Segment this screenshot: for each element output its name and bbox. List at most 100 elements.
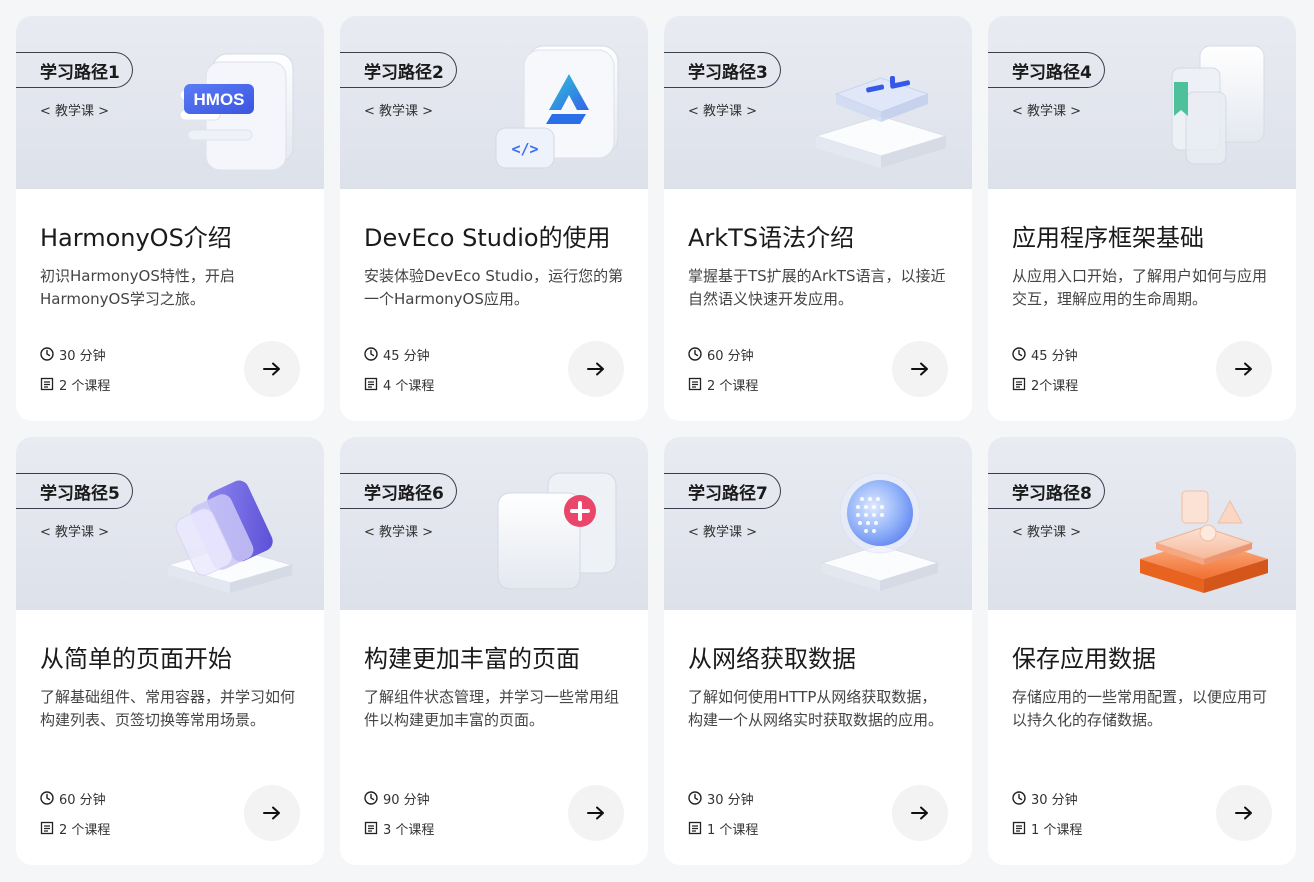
svg-text:HMOS: HMOS [194,90,245,109]
learning-path-card-1[interactable]: 学习路径1 < 教学课 > HMOS HarmonyOS介绍 初识Harmony… [16,16,324,421]
card-title: HarmonyOS介绍 [40,224,232,252]
card-description: 了解组件状态管理，并学习一些常用组件以构建更加丰富的页面。 [364,688,620,729]
card-description: 了解基础组件、常用容器，并学习如何构建列表、页签切换等常用场景。 [40,688,296,729]
card-meta: 45 分钟 2个课程 [1012,335,1078,395]
open-path-button[interactable] [568,341,624,397]
learning-path-card-3[interactable]: 学习路径3 < 教学课 > ArkTS语法介绍 掌握基于TS扩展的ArkTS语言… [664,16,972,421]
card-banner: 学习路径3 < 教学课 > [664,16,972,189]
path-label: 学习路径3 [664,52,781,88]
card-title: DevEco Studio的使用 [364,224,611,252]
path-label: 学习路径1 [16,52,133,88]
course-type-tag: < 教学课 > [364,525,434,540]
open-path-button[interactable] [892,785,948,841]
open-path-button[interactable] [1216,341,1272,397]
card-banner: 学习路径8 < 教学课 > [988,437,1296,610]
duration-text: 90 分钟 [383,792,430,808]
arrow-right-icon [587,362,604,376]
course-list-icon [688,377,702,391]
card-meta: 60 分钟 2 个课程 [40,779,110,839]
courses-row: 4 个课程 [364,373,434,395]
learning-path-card-6[interactable]: 学习路径6 < 教学课 > 构建更加丰富的页面 了解组件状态管理，并学习一些常用… [340,437,648,865]
courses-row: 2 个课程 [40,817,110,839]
add-component-icon [497,472,617,590]
clock-icon [1012,347,1026,361]
duration-row: 30 分钟 [40,343,110,365]
arrow-right-icon [587,806,604,820]
learning-path-card-7[interactable]: 学习路径7 < 教学课 > 从网络获取数据 了解如何使用HTTP从网络获取数据， [664,437,972,865]
courses-text: 2 个课程 [59,378,111,394]
duration-text: 30 分钟 [59,348,106,364]
path-label: 学习路径8 [988,473,1105,509]
courses-text: 1 个课程 [1031,822,1083,838]
duration-row: 45 分钟 [1012,343,1078,365]
path-label: 学习路径5 [16,473,133,509]
data-storage-icon [1140,490,1268,593]
stacked-pages-icon [166,480,294,593]
course-list-icon [40,377,54,391]
card-banner: 学习路径6 < 教学课 > [340,437,648,610]
courses-row: 1 个课程 [688,817,758,839]
card-banner: 学习路径4 < 教学课 > [988,16,1296,189]
hmos-document-icon: HMOS [179,53,294,171]
card-meta: 30 分钟 1 个课程 [688,779,758,839]
clock-icon [364,791,378,805]
card-description: 初识HarmonyOS特性，开启HarmonyOS学习之旅。 [40,267,235,308]
duration-text: 45 分钟 [1031,348,1078,364]
clock-icon [688,791,702,805]
path-label: 学习路径2 [340,52,457,88]
learning-path-card-2[interactable]: 学习路径2 < 教学课 > </> DevEco Studio的使用 安装体验D… [340,16,648,421]
card-banner: 学习路径1 < 教学课 > HMOS [16,16,324,189]
card-description: 从应用入口开始，了解用户如何与应用交互，理解应用的生命周期。 [1012,267,1268,308]
duration-text: 60 分钟 [707,348,754,364]
card-title: 从简单的页面开始 [40,645,232,673]
courses-text: 3 个课程 [383,822,435,838]
courses-row: 2个课程 [1012,373,1078,395]
card-description: 了解如何使用HTTP从网络获取数据，构建一个从网络实时获取数据的应用。 [688,688,944,729]
courses-row: 2 个课程 [688,373,758,395]
learning-path-card-4[interactable]: 学习路径4 < 教学课 > 应用程序框架基础 从应用入口开始，了解用户如何与应用… [988,16,1296,421]
card-description: 掌握基于TS扩展的ArkTS语言，以接近自然语义快速开发应用。 [688,267,946,308]
course-list-icon [364,821,378,835]
arrow-right-icon [911,806,928,820]
path-label: 学习路径7 [664,473,781,509]
clock-icon [40,791,54,805]
deveco-studio-icon: </> [495,45,619,169]
open-path-button[interactable] [568,785,624,841]
course-list-icon [364,377,378,391]
course-type-tag: < 教学课 > [40,525,110,540]
duration-row: 30 分钟 [1012,787,1082,809]
open-path-button[interactable] [244,341,300,397]
open-path-button[interactable] [244,785,300,841]
clock-icon [1012,791,1026,805]
learning-path-card-8[interactable]: 学习路径8 < 教学课 > 保存应用数据 存储应用的一些常用配置，以便应用可以持… [988,437,1296,865]
arrow-right-icon [1235,806,1252,820]
duration-row: 30 分钟 [688,787,758,809]
learning-path-grid: 学习路径1 < 教学课 > HMOS HarmonyOS介绍 初识Harmony… [16,16,1296,865]
course-type-tag: < 教学课 > [40,104,110,119]
card-meta: 60 分钟 2 个课程 [688,335,758,395]
card-banner: 学习路径2 < 教学课 > </> [340,16,648,189]
card-meta: 45 分钟 4 个课程 [364,335,434,395]
duration-row: 90 分钟 [364,787,434,809]
duration-text: 30 分钟 [1031,792,1078,808]
card-banner: 学习路径5 < 教学课 > [16,437,324,610]
courses-text: 2个课程 [1031,378,1079,394]
path-label: 学习路径6 [340,473,457,509]
open-path-button[interactable] [892,341,948,397]
card-meta: 30 分钟 2 个课程 [40,335,110,395]
open-path-button[interactable] [1216,785,1272,841]
course-type-tag: < 教学课 > [688,104,758,119]
arrow-right-icon [1235,362,1252,376]
card-meta: 90 分钟 3 个课程 [364,779,434,839]
arrow-right-icon [263,806,280,820]
card-meta: 30 分钟 1 个课程 [1012,779,1082,839]
course-type-tag: < 教学课 > [364,104,434,119]
code-platform-icon [814,76,948,168]
learning-path-card-5[interactable]: 学习路径5 < 教学课 > 从简单的页面开始 了解基础组件、常用容器，并学习如何… [16,437,324,865]
courses-row: 2 个课程 [40,373,110,395]
card-title: ArkTS语法介绍 [688,224,855,252]
card-title: 构建更加丰富的页面 [364,645,580,673]
card-banner: 学习路径7 < 教学课 > [664,437,972,610]
svg-text:</>: </> [511,140,538,158]
duration-text: 30 分钟 [707,792,754,808]
